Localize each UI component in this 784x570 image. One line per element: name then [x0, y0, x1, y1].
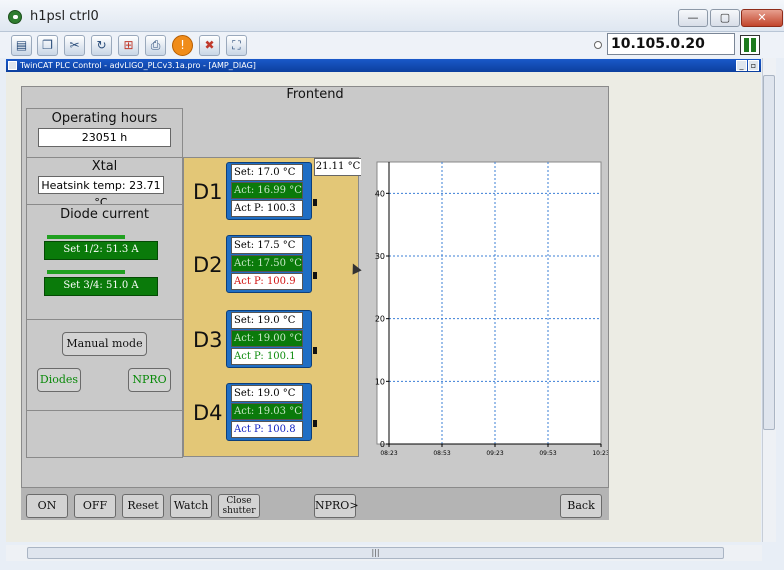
chart-xtick-label: 10:23 — [592, 450, 608, 457]
diode-connector-icon — [313, 347, 317, 354]
diodes-button[interactable]: Diodes — [37, 368, 81, 392]
diode-connector-icon — [313, 199, 317, 206]
manual-mode-button[interactable]: Manual mode — [62, 332, 147, 356]
close-shutter-line2: shutter — [222, 506, 256, 516]
diode-act-value: Act: 19.00 °C — [231, 330, 303, 347]
plc-window-title: TwinCAT PLC Control - advLIGO_PLCv3.1a.p… — [6, 59, 761, 72]
fullscreen-icon[interactable]: ⛶ — [226, 35, 247, 56]
close-shutter-button[interactable]: Close shutter — [218, 494, 260, 518]
chart-plot-area — [376, 161, 602, 445]
empty-panel — [26, 410, 183, 458]
diode-current-label: Diode current — [60, 207, 149, 222]
app-eye-icon — [8, 10, 22, 24]
vertical-scroll-thumb[interactable] — [763, 75, 775, 430]
warning-icon[interactable]: ! — [172, 35, 193, 56]
chart-xtick-label: 08:23 — [380, 450, 397, 457]
diode-act-value: Act: 17.50 °C — [231, 255, 303, 272]
diode-p-value: Act P: 100.3 — [231, 200, 303, 217]
tools-icon[interactable]: ✂ — [64, 35, 85, 56]
set34-button[interactable]: Set 3/4: 51.0 A — [44, 277, 158, 296]
diode-set-value: Set: 19.0 °C — [231, 385, 303, 402]
chart-xtick-label: 09:23 — [486, 450, 503, 457]
monitor-icon[interactable]: ▤ — [11, 35, 32, 56]
diode-frame-d1: Set: 17.0 °C Act: 16.99 °C Act P: 100.3 — [226, 162, 312, 220]
ip-address-field[interactable]: 10.105.0.20 — [607, 33, 735, 55]
right-pane — [622, 72, 761, 542]
diode-set-value: Set: 17.5 °C — [231, 237, 303, 254]
horizontal-scroll-thumb[interactable]: ||| — [27, 547, 724, 559]
diode-name-d1: D1 — [193, 180, 223, 204]
chart-ytick-label: 40 — [375, 189, 385, 198]
print-icon[interactable]: ⎙ — [145, 35, 166, 56]
diode-frame-d4: Set: 19.0 °C Act: 19.03 °C Act P: 100.8 — [226, 383, 312, 441]
chart-area: 0 10 20 30 40 08:23 08:53 09:23 09:53 10:23 — [361, 157, 610, 457]
npro-next-button[interactable]: NPRO> — [314, 494, 359, 518]
close-button[interactable]: ✕ — [741, 9, 783, 27]
diode-connector-icon — [313, 272, 317, 279]
chart-xtick-label: 08:53 — [433, 450, 450, 457]
xtal-label: Xtal — [91, 159, 118, 174]
hmi-title: Frontend — [286, 87, 344, 102]
maximize-button[interactable]: ▢ — [710, 9, 740, 27]
plc-restore-button[interactable]: ▫ — [748, 60, 759, 71]
operating-hours-label: Operating hours — [51, 111, 158, 126]
plc-minimize-button[interactable]: _ — [736, 60, 747, 71]
diode-act-value: Act: 16.99 °C — [231, 182, 303, 199]
chart-ytick-label: 0 — [380, 440, 385, 449]
diode-name-d3: D3 — [193, 328, 223, 352]
on-button[interactable]: ON — [26, 494, 68, 518]
watch-button[interactable]: Watch — [170, 494, 212, 518]
stop-icon[interactable]: ✖ — [199, 35, 220, 56]
back-button[interactable]: Back — [560, 494, 602, 518]
diode-connector-icon — [313, 420, 317, 427]
plc-app-icon — [8, 61, 17, 70]
set12-level-bar — [47, 235, 125, 239]
connection-status-icon — [740, 35, 760, 55]
diode-set-value: Set: 19.0 °C — [231, 312, 303, 329]
diode-p-value: Act P: 100.8 — [231, 421, 303, 438]
set34-level-bar — [47, 270, 125, 274]
reset-button[interactable]: Reset — [122, 494, 164, 518]
set12-button[interactable]: Set 1/2: 51.3 A — [44, 241, 158, 260]
diode-act-value: Act: 19.03 °C — [231, 403, 303, 420]
close-shutter-line1: Close — [226, 496, 252, 506]
window-titlebar — [0, 0, 784, 32]
diode-frame-d3: Set: 19.0 °C Act: 19.00 °C Act P: 100.1 — [226, 310, 312, 368]
diode-p-value: Act P: 100.1 — [231, 348, 303, 365]
diode-name-d2: D2 — [193, 253, 223, 277]
copy-icon[interactable]: ❐ — [37, 35, 58, 56]
chart-ytick-label: 30 — [375, 252, 385, 261]
heatsink-temp-value: Heatsink temp: 23.71 °C — [38, 176, 164, 209]
minimize-button[interactable]: — — [678, 9, 708, 27]
chart-ytick-label: 20 — [375, 315, 385, 324]
connect-radio[interactable] — [594, 41, 602, 49]
chart-xtick-label: 09:53 — [539, 450, 556, 457]
diode-p-value: Act P: 100.9 — [231, 273, 303, 290]
off-button[interactable]: OFF — [74, 494, 116, 518]
npro-button[interactable]: NPRO — [128, 368, 171, 392]
diode-chart: 0 10 20 30 40 08:23 08:53 09:23 09:53 10:23 — [375, 161, 610, 457]
operating-hours-value: 23051 h — [38, 128, 171, 147]
diode-frame-d2: Set: 17.5 °C Act: 17.50 °C Act P: 100.9 — [226, 235, 312, 293]
diode-set-value: Set: 17.0 °C — [231, 164, 303, 181]
diode-name-d4: D4 — [193, 401, 223, 425]
temp-readout: 21.11 °C — [314, 158, 362, 176]
chart-ytick-label: 10 — [375, 377, 385, 386]
windows-icon[interactable]: ⊞ — [118, 35, 139, 56]
refresh-icon[interactable]: ↻ — [91, 35, 112, 56]
window-title: h1psl ctrl0 — [30, 9, 99, 24]
